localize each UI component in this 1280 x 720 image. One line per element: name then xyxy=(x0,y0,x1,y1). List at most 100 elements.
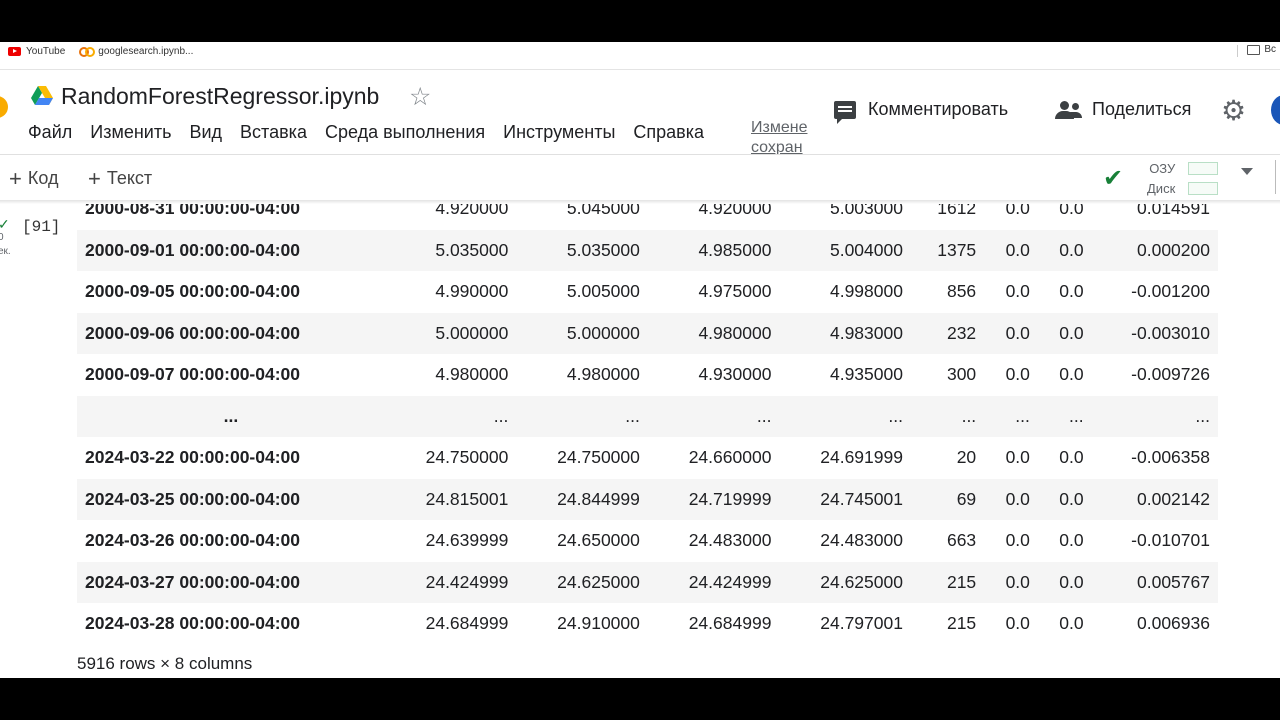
table-cell: ... xyxy=(1091,395,1218,437)
table-cell: 24.691999 xyxy=(820,447,903,468)
table-row: 2024-03-26 00:00:00-04:00 24.639999 24.650… xyxy=(77,520,1218,562)
table-cell: 24.650000 xyxy=(557,530,640,551)
table-cell: 0.0 xyxy=(1059,364,1084,385)
gear-icon[interactable]: ⚙ xyxy=(1221,96,1246,126)
add-code-button[interactable]: + Код xyxy=(9,166,58,192)
execution-time-unit: ек. xyxy=(0,246,11,257)
comment-label: Комментировать xyxy=(868,99,1009,119)
colab-logo[interactable] xyxy=(0,96,8,118)
divider xyxy=(0,69,1280,70)
avatar[interactable] xyxy=(1271,95,1280,125)
table-cell: -0.010701 xyxy=(1131,530,1210,551)
table-cell: 215 xyxy=(910,561,985,603)
menu-tools[interactable]: Инструменты xyxy=(503,122,615,143)
row-index: 2024-03-22 00:00:00-04:00 xyxy=(85,447,301,468)
star-icon[interactable]: ☆ xyxy=(409,82,431,112)
bookmark-youtube[interactable]: YouTube xyxy=(8,46,65,57)
dataframe-shape: 5916 rows × 8 columns xyxy=(77,654,253,673)
bookmark-label: YouTube xyxy=(26,45,66,57)
table-cell: ... xyxy=(779,395,911,437)
table-cell: 4.935000 xyxy=(829,364,903,385)
table-cell: -0.003010 xyxy=(1091,312,1218,354)
table-cell: 24.660000 xyxy=(688,447,772,468)
dataframe-table: 2000-08-31 00:00:00-04:00 4.920000 5.04500… xyxy=(77,188,1218,645)
table-cell: 0.006936 xyxy=(1137,613,1210,634)
table-cell: 0.000200 xyxy=(1091,229,1218,271)
add-code-label: Код xyxy=(27,168,59,188)
comment-button[interactable]: Комментировать xyxy=(834,99,1009,124)
table-cell: 24.750000 xyxy=(425,447,509,468)
table-row: 2024-03-27 00:00:00-04:00 24.424999 24.625… xyxy=(77,561,1218,603)
table-cell: 300 xyxy=(946,364,977,385)
comment-icon xyxy=(834,100,856,124)
menu-file[interactable]: Файл xyxy=(28,122,72,143)
table-cell: 0.0 xyxy=(1059,530,1084,551)
toolbar-shadow xyxy=(0,200,1280,204)
table-cell: 0.0 xyxy=(1037,229,1092,271)
menu-help[interactable]: Справка xyxy=(633,122,704,143)
table-cell: 4.980000 xyxy=(566,364,640,385)
table-row: 2000-09-06 00:00:00-04:00 5.000000 5.00000… xyxy=(77,312,1218,354)
table-cell: ... xyxy=(910,395,985,437)
bookmark-googlesearch[interactable]: googlesearch.ipynb... xyxy=(79,46,193,57)
row-index: 2000-09-05 00:00:00-04:00 xyxy=(85,281,301,302)
table-cell: ... xyxy=(384,395,517,437)
table-cell: ... xyxy=(1037,395,1092,437)
table-cell: 856 xyxy=(946,281,977,302)
bookmarks-separator xyxy=(1237,45,1238,57)
table-cell: 232 xyxy=(910,312,985,354)
save-status[interactable]: Измене сохран xyxy=(751,118,813,156)
table-cell: 5.003000 xyxy=(829,198,903,219)
table-cell: 24.844999 xyxy=(516,478,648,520)
table-cell: 24.483000 xyxy=(820,530,903,551)
bookmark-label: googlesearch.ipynb... xyxy=(98,45,194,57)
table-row-ellipsis: ........................... xyxy=(77,395,1218,437)
row-index: ... xyxy=(77,395,385,437)
table-cell: 663 xyxy=(946,530,977,551)
table-cell: 0.014591 xyxy=(1137,198,1210,219)
table-row: 2000-08-31 00:00:00-04:00 4.920000 5.04500… xyxy=(77,188,1218,230)
table-cell: 5.000000 xyxy=(516,312,648,354)
table-cell: 4.983000 xyxy=(779,312,911,354)
row-index: 2024-03-27 00:00:00-04:00 xyxy=(77,561,385,603)
menu-view[interactable]: Вид xyxy=(189,122,222,143)
table-cell: 0.0 xyxy=(1059,198,1084,219)
other-bookmarks-label: Вс xyxy=(1264,44,1276,55)
table-cell: 4.975000 xyxy=(698,281,772,302)
chevron-down-icon[interactable] xyxy=(1241,168,1253,175)
google-drive-icon[interactable] xyxy=(31,86,53,106)
table-cell: 24.684999 xyxy=(425,613,509,634)
table-cell: ... xyxy=(647,395,780,437)
table-cell: -0.001200 xyxy=(1131,281,1210,302)
execution-count[interactable]: [91] xyxy=(22,218,60,236)
ram-label: ОЗУ xyxy=(1149,161,1176,176)
table-cell: 215 xyxy=(946,613,977,634)
table-cell: 0.002142 xyxy=(1091,478,1218,520)
add-text-label: Текст xyxy=(106,168,153,188)
table-cell: 24.750000 xyxy=(557,447,640,468)
row-index: 2000-08-31 00:00:00-04:00 xyxy=(85,198,301,219)
table-cell: 24.684999 xyxy=(688,613,772,634)
table-cell: 0.0 xyxy=(1005,613,1030,634)
menu-edit[interactable]: Изменить xyxy=(90,122,171,143)
save-status-line1: Измене xyxy=(751,119,808,136)
menu-insert[interactable]: Вставка xyxy=(240,122,307,143)
table-cell: 5.035000 xyxy=(384,229,517,271)
table-cell: 24.797001 xyxy=(820,613,903,634)
table-cell: 24.639999 xyxy=(425,530,509,551)
table-cell: 0.0 xyxy=(1059,447,1084,468)
table-cell: 20 xyxy=(956,447,977,468)
table-cell: 24.424999 xyxy=(384,561,517,603)
menu-runtime[interactable]: Среда выполнения xyxy=(325,122,485,143)
row-index: 2000-09-07 00:00:00-04:00 xyxy=(85,364,301,385)
divider xyxy=(1275,160,1276,194)
table-cell: -0.006358 xyxy=(1131,447,1210,468)
table-cell: 5.045000 xyxy=(566,198,640,219)
table-cell: 4.985000 xyxy=(647,229,780,271)
table-cell: 0.0 xyxy=(984,229,1038,271)
table-row: 2000-09-05 00:00:00-04:00 4.990000 5.00500… xyxy=(77,271,1218,313)
other-bookmarks[interactable]: Вс xyxy=(1247,44,1276,55)
notebook-title[interactable]: RandomForestRegressor.ipynb xyxy=(61,83,379,110)
table-cell: 24.815001 xyxy=(384,478,517,520)
share-button[interactable]: Поделиться xyxy=(1055,99,1191,120)
